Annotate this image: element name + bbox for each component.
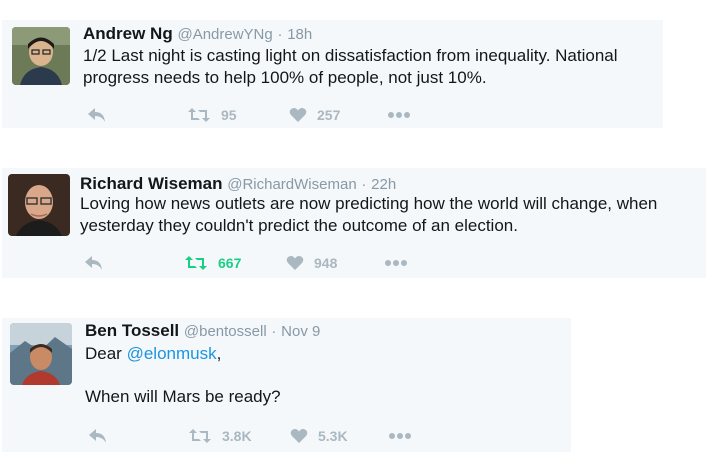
like-count: 948 <box>314 255 338 271</box>
timestamp[interactable]: 18h <box>287 26 312 43</box>
heart-icon <box>289 108 307 122</box>
retweet-icon <box>189 429 211 443</box>
tweet-text: Dear @elonmusk, When will Mars be ready? <box>85 343 555 408</box>
tweet-text-line: When will Mars be ready? <box>85 387 281 406</box>
like-button[interactable]: 5.3K <box>290 426 348 446</box>
user-name[interactable]: Andrew Ng <box>83 24 173 43</box>
timestamp[interactable]: 22h <box>371 176 396 193</box>
greeting-punctuation: , <box>216 344 222 363</box>
like-count: 257 <box>317 107 341 123</box>
tweet-actions: 95 257 <box>87 105 487 125</box>
like-button[interactable]: 257 <box>289 105 340 125</box>
user-name[interactable]: Richard Wiseman <box>80 174 223 193</box>
retweet-count: 95 <box>221 107 237 123</box>
mention-link[interactable]: @elonmusk <box>127 344 217 363</box>
more-button[interactable] <box>388 426 412 446</box>
tweet-actions: 667 948 <box>84 253 484 273</box>
separator-dot: · <box>361 176 367 193</box>
reply-button[interactable] <box>84 253 104 273</box>
like-count: 5.3K <box>318 428 348 444</box>
tweet-text-line: Dear @elonmusk, <box>85 343 555 365</box>
retweet-icon <box>188 108 210 122</box>
tweet-text: Loving how news outlets are now predicti… <box>80 193 702 237</box>
tweet-richard-wiseman[interactable]: Richard Wiseman @RichardWiseman · 22h Lo… <box>2 168 706 278</box>
timestamp[interactable]: Nov 9 <box>281 323 320 340</box>
retweet-icon <box>185 256 207 270</box>
avatar[interactable] <box>12 27 70 85</box>
user-handle[interactable]: @bentossell <box>184 323 267 340</box>
like-button[interactable]: 948 <box>286 253 337 273</box>
tweet-text: 1/2 Last night is casting light on dissa… <box>83 45 658 89</box>
user-handle[interactable]: @AndrewYNg <box>177 26 272 43</box>
avatar-image <box>12 27 70 85</box>
avatar[interactable] <box>10 323 72 385</box>
tweet-actions: 3.8K 5.3K <box>88 426 488 446</box>
avatar-image <box>8 174 70 236</box>
reply-icon <box>88 108 105 122</box>
tweet-ben-tossell[interactable]: Ben Tossell @bentossell · Nov 9 Dear @el… <box>2 318 571 452</box>
user-handle[interactable]: @RichardWiseman <box>227 176 356 193</box>
more-icon <box>388 112 410 118</box>
more-button[interactable] <box>387 105 411 125</box>
retweet-count: 3.8K <box>222 428 252 444</box>
separator-dot: · <box>271 323 277 340</box>
heart-icon <box>286 256 304 270</box>
user-name[interactable]: Ben Tossell <box>85 321 179 340</box>
avatar[interactable] <box>8 174 70 236</box>
retweet-button[interactable]: 3.8K <box>188 426 252 446</box>
reply-button[interactable] <box>88 426 108 446</box>
tweet-andrew-ng[interactable]: Andrew Ng @AndrewYNg · 18h 1/2 Last nigh… <box>2 20 663 128</box>
reply-icon <box>85 256 102 270</box>
separator-dot: · <box>277 26 283 43</box>
retweet-button[interactable]: 95 <box>187 105 237 125</box>
tweet-text-line: 1/2 Last night is casting light on dissa… <box>83 46 618 65</box>
avatar-image <box>10 323 72 385</box>
reply-button[interactable] <box>87 105 107 125</box>
retweet-count: 667 <box>218 255 242 271</box>
reply-icon <box>89 429 106 443</box>
more-icon <box>389 433 411 439</box>
heart-icon <box>290 429 308 443</box>
more-button[interactable] <box>384 253 408 273</box>
retweet-button[interactable]: 667 <box>184 253 241 273</box>
tweet-text-line: progress needs to help 100% of people, n… <box>83 68 487 87</box>
tweet-text-line: Loving how news outlets are now predicti… <box>80 194 658 213</box>
more-icon <box>385 260 407 266</box>
greeting-text: Dear <box>85 344 127 363</box>
tweet-text-line: yesterday they couldn't predict the outc… <box>80 216 518 235</box>
